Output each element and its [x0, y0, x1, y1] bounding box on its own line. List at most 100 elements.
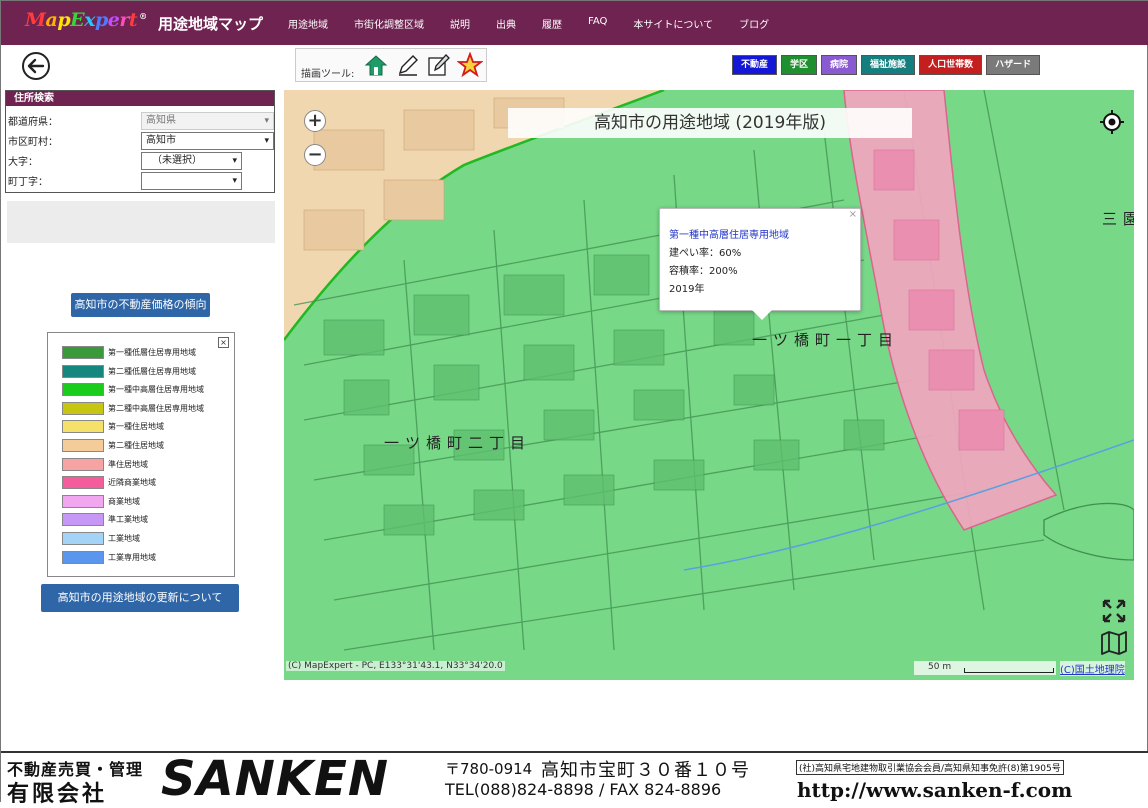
main-nav: 用途地域 市街化調整区域 説明 出典 履歴 FAQ 本サイトについて ブログ	[288, 16, 795, 31]
logo-letter: p	[94, 9, 108, 31]
nav-item-zoning[interactable]: 用途地域	[288, 16, 328, 31]
info-placeholder	[7, 201, 275, 243]
nav-item-explanation[interactable]: 説明	[450, 16, 470, 31]
drawing-tools-label: 描画ツール:	[301, 69, 355, 80]
legend-item: 近隣商業地域	[62, 476, 156, 490]
map-layers-icon[interactable]	[1100, 630, 1128, 656]
legend-item: 商業地域	[62, 494, 140, 508]
zoning-legend: × 第一種低層住居専用地域 第二種低層住居専用地域 第一種中高層住居専用地域 第二種中…	[47, 332, 235, 577]
banner-url[interactable]: http://www.sanken-f.com	[797, 778, 1072, 802]
zoning-update-button[interactable]: 高知市の用途地域の更新について	[41, 584, 239, 612]
legend-swatch	[62, 476, 104, 490]
map-base	[284, 90, 1134, 651]
pencil-icon[interactable]	[395, 52, 421, 78]
legend-label: 商業地域	[108, 496, 140, 506]
logo-letter: p	[57, 9, 71, 31]
legend-item: 第一種住居地域	[62, 420, 164, 434]
fullscreen-icon[interactable]	[1101, 598, 1127, 624]
back-arrow-icon[interactable]	[22, 52, 50, 80]
address-search-panel: 住所検索 都道府県： 高知県 ▾ 市区町村： 高知市 ▾ 大字： （未選択） ▾ 町丁…	[5, 90, 275, 193]
banner-company-type: 有限会社	[7, 782, 108, 807]
nav-item-about[interactable]: 本サイトについて	[633, 16, 713, 31]
nav-item-history[interactable]: 履歴	[542, 16, 562, 31]
scale-bar: 50 m	[914, 661, 1056, 675]
chome-select[interactable]: ▾	[141, 172, 242, 190]
legend-item: 第二種低層住居専用地域	[62, 364, 196, 378]
company-banner: 不動産売買・管理 有限会社 SANKEN 〒780-0914 高知市宝町３０番１…	[1, 751, 1148, 807]
legend-label: 第一種中高層住居専用地域	[108, 385, 204, 395]
house-icon[interactable]	[363, 52, 389, 78]
logo-letter: t	[128, 9, 138, 31]
banner-association: (社)高知県宅地建物取引業協会会員/高知県知事免許(8)第1905号	[796, 760, 1064, 775]
layer-button[interactable]: 福祉施設	[861, 55, 916, 75]
legend-close-button[interactable]: ×	[218, 337, 229, 348]
legend-item: 第一種中高層住居専用地域	[62, 383, 204, 397]
legend-label: 第二種中高層住居専用地域	[108, 403, 204, 413]
logo-letter: M	[25, 9, 46, 31]
legend-item: 工業専用地域	[62, 550, 156, 564]
layer-button[interactable]: 病院	[821, 55, 858, 75]
oaza-value: （未選択）	[152, 155, 202, 166]
legend-swatch	[62, 550, 104, 564]
prefecture-label: 都道府県：	[8, 117, 58, 128]
prefecture-select[interactable]: 高知県 ▾	[141, 112, 274, 130]
logo-letter: e	[107, 9, 120, 31]
legend-item: 準工業地域	[62, 513, 148, 527]
layer-button[interactable]: 不動産	[732, 55, 778, 75]
legend-label: 工業地域	[108, 534, 140, 543]
logo-letter: a	[45, 9, 58, 31]
legend-swatch	[62, 494, 104, 508]
zoom-in-button[interactable]: +	[304, 110, 326, 132]
legend-swatch	[62, 420, 104, 434]
legend-swatch	[62, 346, 104, 359]
layer-button[interactable]: 学区	[781, 55, 818, 75]
legend-item: 工業地域	[62, 532, 140, 545]
locate-icon[interactable]	[1100, 110, 1124, 134]
area-label-2chome: 一ツ橋町二丁目	[384, 434, 532, 452]
price-trend-button[interactable]: 高知市の不動産価格の傾向	[71, 293, 210, 317]
gsi-link[interactable]: (C)国土地理院	[1060, 661, 1125, 676]
close-icon[interactable]: ×	[849, 209, 857, 220]
layer-button[interactable]: ハザード	[986, 55, 1041, 75]
chevron-down-icon: ▾	[232, 156, 237, 166]
layer-button[interactable]: 人口世帯数	[919, 55, 983, 75]
nav-item-source[interactable]: 出典	[496, 16, 516, 31]
edit-icon[interactable]	[426, 52, 452, 78]
site-logo[interactable]: MapExpert ®	[25, 9, 147, 31]
nav-item-urbanization-control[interactable]: 市街化調整区域	[354, 16, 424, 31]
area-label-1chome: 一ツ橋町一丁目	[752, 331, 900, 349]
legend-label: 第二種低層住居専用地域	[108, 366, 196, 376]
chevron-down-icon: ▾	[232, 176, 237, 186]
popup-far: 容積率：200%	[669, 266, 738, 277]
popup-year: 2019年	[669, 284, 705, 295]
area-label-sanen: 三園	[1102, 210, 1134, 228]
oaza-select[interactable]: （未選択） ▾	[141, 152, 242, 170]
zone-info-popup: × 第一種中高層住居専用地域 建ぺい率：60% 容積率：200% 2019年	[659, 208, 861, 320]
chevron-down-icon: ▾	[264, 116, 269, 126]
legend-label: 準工業地域	[108, 515, 148, 525]
legend-label: 準住居地域	[108, 459, 148, 469]
logo-letter: r	[119, 9, 129, 31]
legend-swatch	[62, 401, 104, 415]
drawing-toolbar: 描画ツール:	[295, 48, 487, 82]
app-title: 用途地域マップ	[158, 15, 264, 33]
logo-mark: ®	[139, 10, 147, 21]
prefecture-value: 高知県	[146, 115, 176, 126]
nav-item-blog[interactable]: ブログ	[739, 16, 769, 31]
legend-label: 第一種住居地域	[108, 422, 164, 432]
banner-phone: TEL(088)824-8898 / FAX 824-8896	[445, 780, 722, 799]
legend-label: 工業専用地域	[108, 552, 156, 562]
legend-item: 第二種中高層住居専用地域	[62, 401, 204, 415]
legend-swatch	[62, 364, 104, 378]
zoom-out-button[interactable]: −	[304, 144, 326, 166]
nav-item-faq[interactable]: FAQ	[588, 16, 607, 31]
scale-label: 50 m	[928, 662, 952, 672]
scale-line	[964, 668, 1054, 673]
star-icon[interactable]	[456, 51, 484, 78]
map-canvas[interactable]: 高知市の用途地域 (2019年版) + − 一ツ橋町一丁目 一ツ橋町二丁目 三園…	[284, 90, 1134, 680]
city-select[interactable]: 高知市 ▾	[141, 132, 274, 150]
map-attribution: (C) MapExpert - PC, E133°31'43.1, N33°34…	[286, 661, 505, 671]
legend-swatch	[62, 513, 104, 527]
legend-swatch	[62, 457, 104, 471]
legend-label: 近隣商業地域	[108, 478, 156, 488]
